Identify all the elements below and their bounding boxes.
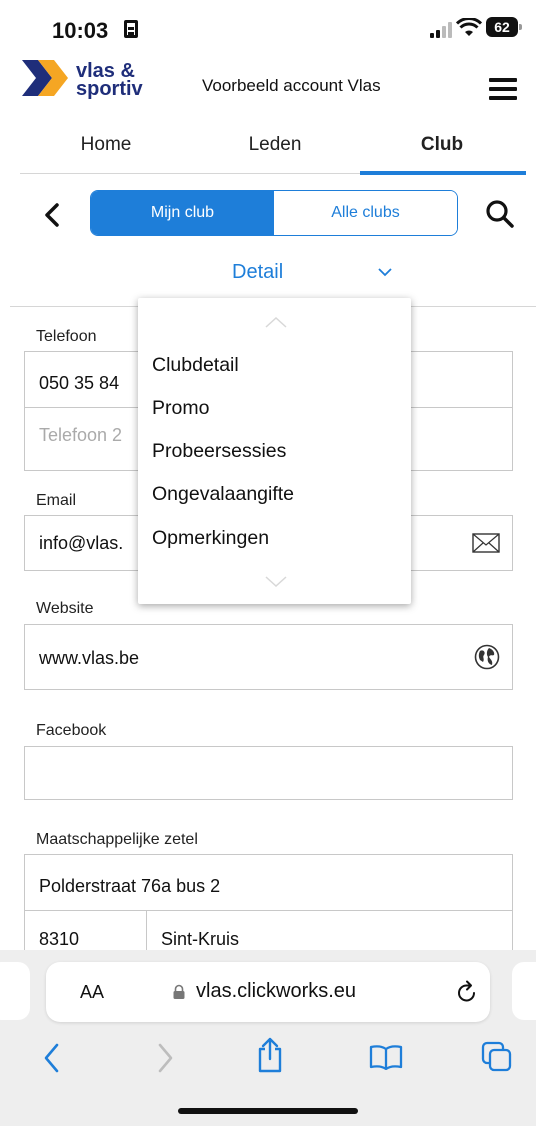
tabs-icon[interactable] [480,1040,514,1074]
home-indicator [178,1108,358,1114]
scroll-down-chevron-icon[interactable] [264,576,288,588]
status-bar: 10:03 62 [0,0,536,52]
share-icon[interactable] [256,1036,284,1074]
email-field[interactable]: info@vlas. [39,533,123,554]
detail-dropdown-menu: Clubdetail Promo Probeersessies Ongevala… [138,298,411,604]
address-group: Polderstraat 76a bus 2 8310 Sint-Kruis [24,854,513,970]
mail-icon[interactable] [472,532,500,554]
zetel-label: Maatschappelijke zetel [36,831,198,848]
tab-home[interactable]: Home [76,134,136,156]
chevron-down-icon[interactable] [377,266,393,278]
account-name[interactable]: Voorbeeld account Vlas [202,76,381,96]
telefoon-field[interactable]: 050 35 84 [39,373,119,394]
back-arrow-icon[interactable] [42,1042,62,1074]
globe-icon[interactable] [474,644,500,670]
email-label: Email [36,492,77,509]
address-bar[interactable]: AA vlas.clickworks.eu [46,962,490,1022]
dropdown-item-clubdetail[interactable]: Clubdetail [152,354,239,377]
facebook-field-box [24,746,513,800]
field-separator [25,910,512,911]
hamburger-menu-icon[interactable] [489,78,517,100]
brand-logo[interactable]: vlas & sportiv [20,56,180,116]
detail-select[interactable]: Detail [232,261,283,284]
browser-toolbar: AA vlas.clickworks.eu [0,950,536,1126]
segment-mijn-club[interactable]: Mijn club [91,191,274,235]
telefoon-label: Telefoon [36,328,97,345]
previous-tab-pill[interactable] [0,962,30,1020]
tab-club[interactable]: Club [412,134,472,156]
forward-arrow-icon[interactable] [155,1042,175,1074]
bookmarks-icon[interactable] [369,1044,403,1070]
url-text[interactable]: vlas.clickworks.eu [196,980,356,1003]
signal-icon [430,22,452,38]
reader-text-size-button[interactable]: AA [80,982,104,1003]
logo-line-2: sportiv [76,78,143,100]
dropdown-item-ongevalaangifte[interactable]: Ongevalaangifte [152,483,294,506]
website-field-box: www.vlas.be [24,624,513,690]
street-field[interactable]: Polderstraat 76a bus 2 [39,876,220,897]
status-time: 10:03 [52,18,109,43]
club-scope-segmented-control: Mijn club Alle clubs [90,190,458,236]
segment-alle-clubs[interactable]: Alle clubs [274,191,457,235]
postcode-field[interactable]: 8310 [39,929,79,950]
website-field[interactable]: www.vlas.be [39,648,139,669]
telefoon2-field[interactable]: Telefoon 2 [39,425,122,446]
tab-leden[interactable]: Leden [240,134,310,156]
facebook-label: Facebook [36,722,107,739]
reload-icon[interactable] [456,980,478,1004]
logo-text: vlas & sportiv [76,61,143,100]
next-tab-pill[interactable] [512,962,536,1020]
active-tab-indicator [360,171,526,175]
battery-icon: 62 [486,17,522,37]
scroll-up-chevron-icon[interactable] [264,316,288,328]
app-header: vlas & sportiv Voorbeeld account Vlas [0,56,536,122]
search-icon[interactable] [484,198,516,230]
lock-icon [173,984,185,999]
main-tabs: Home Leden Club [20,126,526,175]
website-label: Website [36,600,94,617]
dropdown-item-opmerkingen[interactable]: Opmerkingen [152,527,269,550]
dropdown-item-probeersessies[interactable]: Probeersessies [152,440,286,463]
dropdown-item-promo[interactable]: Promo [152,397,209,420]
logo-chevrons-icon [22,60,68,96]
back-chevron-icon[interactable] [38,200,68,230]
document-icon [124,20,138,38]
city-field[interactable]: Sint-Kruis [161,929,239,950]
wifi-icon [456,18,482,36]
